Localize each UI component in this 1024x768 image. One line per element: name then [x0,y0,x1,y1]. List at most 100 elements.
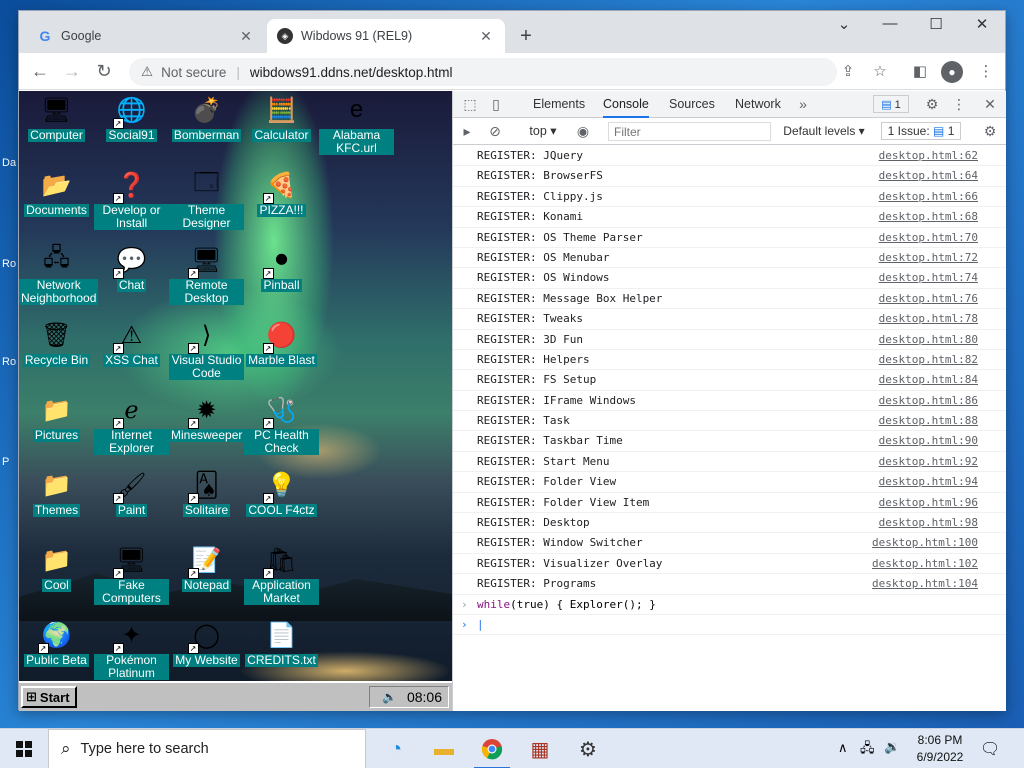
close-icon[interactable]: ✕ [477,28,495,45]
profile-avatar[interactable]: ● [941,61,963,83]
notification-icon[interactable]: 🗨 [980,739,1000,759]
desktop-icon[interactable]: 📁 Pictures [19,393,94,442]
desktop-icon[interactable]: ✹ ↗ Minesweeper [169,393,245,442]
minimize-button[interactable]: — [867,15,913,32]
winrar-icon[interactable]: ▦ [516,729,564,768]
log-source-link[interactable]: desktop.html:84 [879,370,978,390]
console-prompt[interactable]: › | [453,615,1006,635]
desktop-icon[interactable]: ❓ ↗ Develop or Install [94,168,169,230]
device-toolbar-icon[interactable]: ▯ [487,95,505,113]
desktop-icon[interactable]: ℯ ↗ Internet Explorer [94,393,169,455]
desktop-icon[interactable]: e Alabama KFC.url [319,93,394,155]
desktop-icon[interactable]: 🂡 ↗ Solitaire [169,468,244,517]
volume-icon[interactable]: 🔈 [382,690,397,704]
desktop-icon[interactable]: 📁 Themes [19,468,94,517]
close-window-button[interactable]: ✕ [959,15,1005,33]
chrome-icon[interactable] [468,729,516,768]
log-source-link[interactable]: desktop.html:90 [879,431,978,451]
new-tab-button[interactable]: + [515,25,537,48]
close-icon[interactable]: ✕ [237,28,255,45]
desktop-icon[interactable]: ⚫ ↗ Pinball [244,243,319,292]
sidebar-toggle-icon[interactable]: ▸ [459,122,475,140]
tab-console[interactable]: Console [603,91,649,118]
desktop-icon[interactable]: 🔴 ↗ Marble Blast [244,318,319,367]
log-source-link[interactable]: desktop.html:76 [879,289,978,309]
tab-google[interactable]: G Google ✕ [27,19,265,53]
log-source-link[interactable]: desktop.html:80 [879,330,978,350]
log-levels-select[interactable]: Default levels ▾ [779,122,869,140]
desktop-icon[interactable]: 🗑 Recycle Bin [19,318,94,367]
desktop-icon[interactable]: 🖧 Network Neighborhood [19,243,99,305]
taskbar-clock[interactable]: 8:06 PM 6/9/2022 [908,732,972,766]
log-source-link[interactable]: desktop.html:70 [879,228,978,248]
log-source-link[interactable]: desktop.html:66 [879,187,978,207]
side-panel-icon[interactable]: ◧ [909,61,931,83]
taskbar-search-box[interactable]: ⌕ Type here to search [48,729,366,768]
inspect-icon[interactable]: ⬚ [461,95,479,113]
show-hidden-icons-icon[interactable]: ∧ [838,740,848,756]
desktop-icon[interactable]: 🖌 ↗ Paint [94,468,169,517]
console-settings-icon[interactable]: ⚙ [981,122,999,140]
volume-icon[interactable]: 🔉 [884,739,900,755]
log-source-link[interactable]: desktop.html:86 [879,391,978,411]
desktop-icon[interactable]: 💡 ↗ COOL F4ctz [244,468,319,517]
desktop-icon[interactable]: ⟩ ↗ Visual Studio Code [169,318,244,380]
clear-console-icon[interactable]: ⊘ [487,122,503,140]
tab-network[interactable]: Network [735,91,781,118]
desktop-icon[interactable]: 🛍 ↗ Application Market [244,543,319,605]
log-source-link[interactable]: desktop.html:100 [872,533,978,553]
log-source-link[interactable]: desktop.html:102 [872,554,978,574]
windows-start-icon[interactable] [0,729,48,768]
desktop-icon[interactable]: 🍕 ↗ PIZZA!!! [244,168,319,217]
warning-icon[interactable]: ⚠ [141,64,153,80]
desktop-icon[interactable]: 🩺 ↗ PC Health Check [244,393,319,455]
bookmark-star-icon[interactable]: ☆ [869,61,891,83]
eye-icon[interactable]: ◉ [573,122,593,140]
tab-search-button[interactable]: ⌄ [821,15,867,33]
desktop-icon[interactable]: 📄 CREDITS.txt [244,618,319,667]
network-icon[interactable]: 🖧 [860,739,875,761]
desktop-icon[interactable]: 💬 ↗ Chat [94,243,169,292]
log-source-link[interactable]: desktop.html:82 [879,350,978,370]
desktop-icon[interactable]: 🖥 Computer [19,93,94,142]
console-filter-input[interactable] [608,122,771,141]
close-devtools-icon[interactable]: ✕ [981,95,999,113]
desktop-icon[interactable]: 🌐 ↗ Social91 [94,93,169,142]
log-source-link[interactable]: desktop.html:62 [879,146,978,166]
more-tabs-button[interactable]: » [795,95,811,113]
issues-badge[interactable]: ▤ 1 [873,95,909,113]
menu-kebab-icon[interactable]: ⋮ [975,61,997,83]
log-source-link[interactable]: desktop.html:96 [879,493,978,513]
desktop-icon[interactable]: 🖥 ↗ Fake Computers [94,543,169,605]
desktop-icon[interactable]: ✦ ↗ Pokémon Platinum [94,618,169,680]
tab-wibdows[interactable]: ◈ Wibdows 91 (REL9) ✕ [267,19,505,53]
desktop-icon[interactable]: 📝 ↗ Notepad [169,543,244,592]
log-source-link[interactable]: desktop.html:94 [879,472,978,492]
kebab-menu-icon[interactable]: ⋮ [951,95,967,113]
desktop-icon[interactable]: 📁 Cool [19,543,94,592]
start-button[interactable]: ⊞ Start [21,686,77,708]
log-source-link[interactable]: desktop.html:74 [879,268,978,288]
log-source-link[interactable]: desktop.html:104 [872,574,978,594]
context-select[interactable]: top ▾ [523,122,563,140]
settings-icon[interactable]: ⚙ [564,729,612,768]
maximize-button[interactable]: ☐ [913,15,959,33]
desktop-icon[interactable]: ◯ ↗ My Website [169,618,244,667]
log-source-link[interactable]: desktop.html:98 [879,513,978,533]
tab-sources[interactable]: Sources [669,91,715,118]
desktop-icon[interactable]: 🖥 ↗ Remote Desktop [169,243,244,305]
forward-icon[interactable]: → [59,59,85,85]
log-source-link[interactable]: desktop.html:68 [879,207,978,227]
log-source-link[interactable]: desktop.html:92 [879,452,978,472]
log-source-link[interactable]: desktop.html:64 [879,166,978,186]
desktop-icon[interactable]: 💣 Bomberman [169,93,244,142]
edge-icon[interactable]: ◔ [372,729,420,768]
log-source-link[interactable]: desktop.html:78 [879,309,978,329]
share-icon[interactable]: ⇪ [837,61,859,83]
log-source-link[interactable]: desktop.html:88 [879,411,978,431]
desktop-icon[interactable]: 🗔 Theme Designer [169,168,244,230]
back-icon[interactable]: ← [27,59,53,85]
log-source-link[interactable]: desktop.html:72 [879,248,978,268]
reload-icon[interactable]: ↻ [91,59,117,85]
issues-counter[interactable]: 1 Issue: ▤ 1 [881,122,961,140]
